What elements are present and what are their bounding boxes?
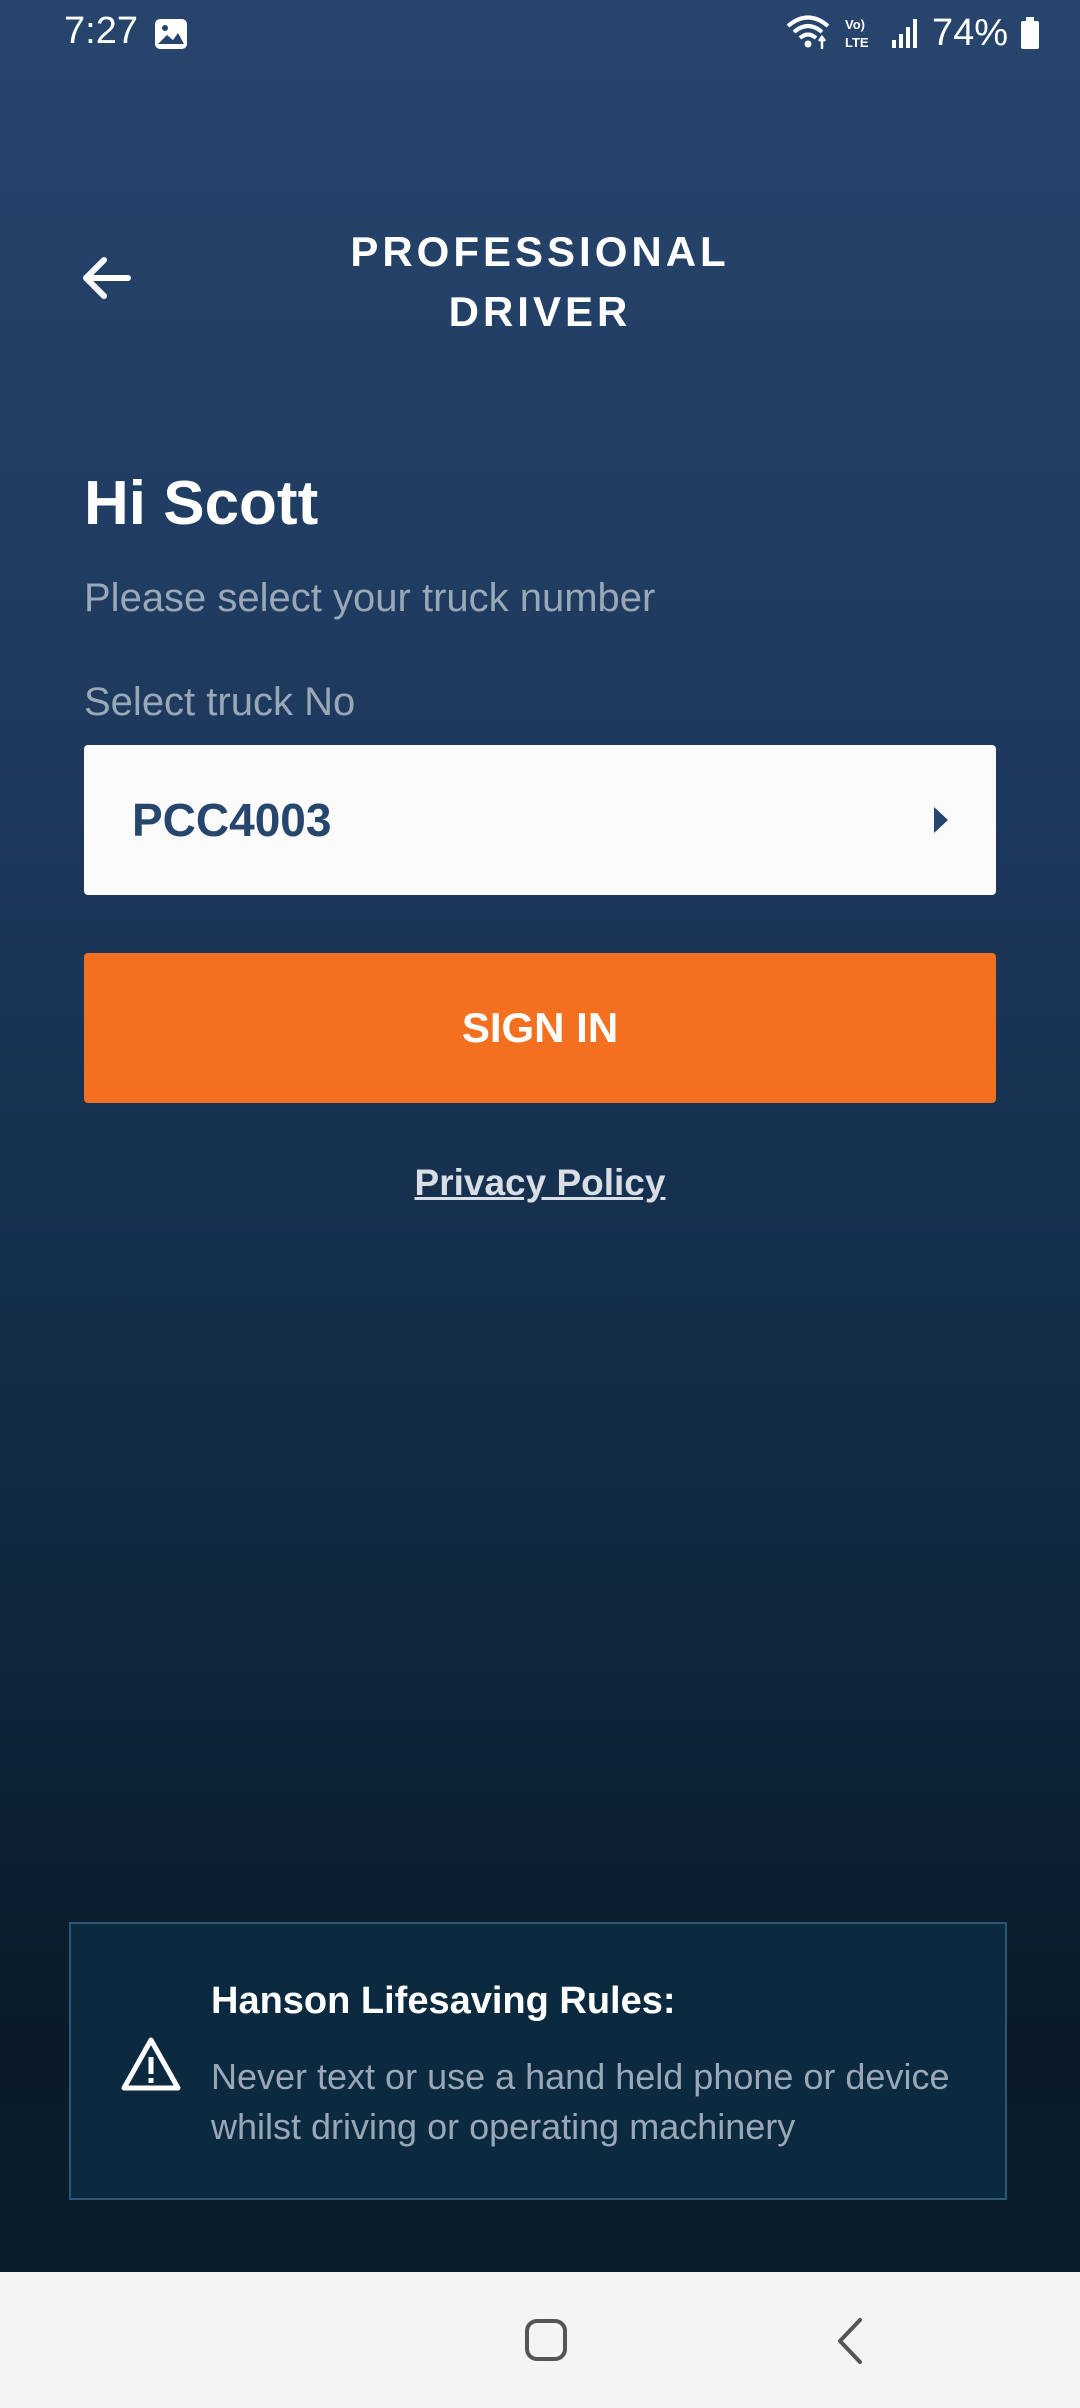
caret-right-icon [934,807,948,833]
truck-select-label: Select truck No [84,680,356,724]
chevron-left-icon[interactable] [830,2316,870,2366]
home-icon[interactable] [524,2318,568,2362]
selected-truck-value: PCC4003 [132,794,332,846]
app-title-line1: PROFESSIONAL [350,228,730,275]
sign-in-button[interactable]: SIGN IN [84,953,996,1103]
instruction-text: Please select your truck number [84,576,656,620]
status-icons: Vo) LTE 74% [786,8,1040,58]
gallery-icon [155,19,187,49]
warning-icon [121,2037,181,2091]
status-time: 7:27 [64,10,138,52]
signal-icon [891,19,917,48]
arrow-left-icon[interactable] [78,250,134,306]
greeting-heading: Hi Scott [84,469,319,538]
status-bar: 7:27 Vo) LTE 74% [0,0,1080,66]
app-title-line2: DRIVER [448,288,632,335]
rules-text: Never text or use a hand held phone or d… [211,2056,950,2147]
truck-number-dropdown[interactable]: PCC4003 [84,745,996,895]
battery-icon [1021,17,1039,49]
privacy-policy-link[interactable]: Privacy Policy [0,1162,1080,1204]
rules-title: Hanson Lifesaving Rules: [211,1980,676,2022]
system-navigation-bar [0,2272,1080,2408]
app-screen: 7:27 Vo) LTE 74% PROFESSIONAL DRIVER Hi … [0,0,1080,2272]
svg-text:Vo): Vo) [845,17,865,32]
svg-text:LTE: LTE [845,35,869,50]
battery-percent: 74% [931,11,1008,54]
wifi-icon [786,15,830,49]
app-title: PROFESSIONAL DRIVER [300,222,780,342]
volte-icon: Vo) LTE [845,17,869,50]
safety-rules-box: Hanson Lifesaving Rules: Never text or u… [69,1922,1007,2200]
